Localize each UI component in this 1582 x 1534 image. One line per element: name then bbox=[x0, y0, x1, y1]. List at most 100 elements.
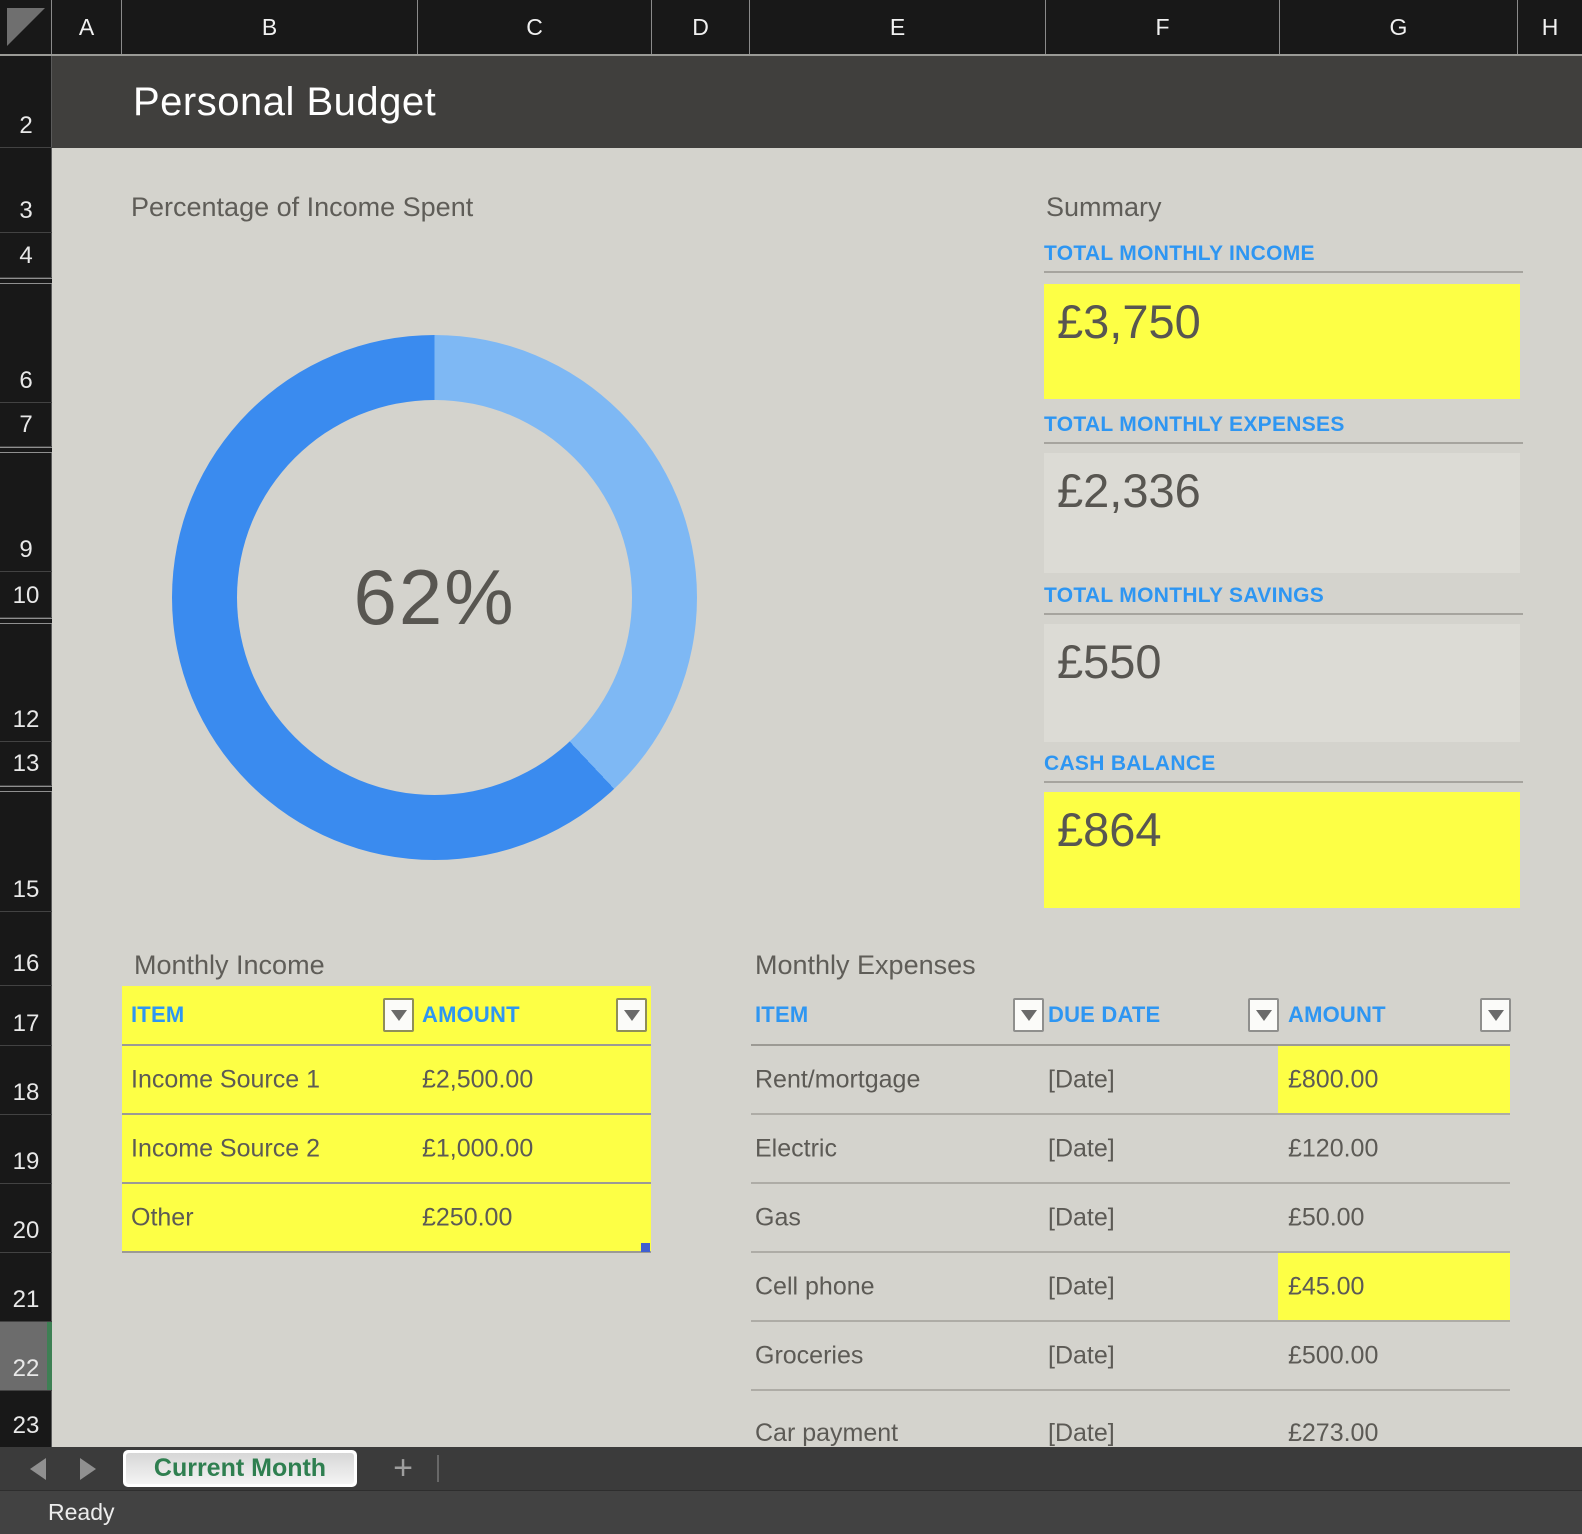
column-header-f[interactable]: F bbox=[1046, 0, 1280, 54]
column-header-h[interactable]: H bbox=[1518, 0, 1582, 54]
expense-item-cell[interactable]: Rent/mortgage bbox=[755, 1065, 920, 1094]
column-header-c[interactable]: C bbox=[418, 0, 652, 54]
expense-amount-cell[interactable]: £500.00 bbox=[1288, 1341, 1378, 1370]
expense-row-electric[interactable]: Electric [Date] £120.00 bbox=[751, 1115, 1510, 1184]
summary-label-expenses: TOTAL MONTHLY EXPENSES bbox=[1044, 413, 1523, 444]
expense-amount-cell[interactable]: £120.00 bbox=[1288, 1134, 1378, 1163]
row-header-6[interactable]: 6 bbox=[0, 284, 52, 403]
income-row-2[interactable]: Income Source 2 £1,000.00 bbox=[122, 1115, 651, 1184]
expenses-table-header: ITEM DUE DATE AMOUNT bbox=[751, 986, 1510, 1046]
expense-item-cell[interactable]: Gas bbox=[755, 1203, 801, 1232]
income-col-item: ITEM bbox=[131, 1002, 184, 1028]
expense-row-gas[interactable]: Gas [Date] £50.00 bbox=[751, 1184, 1510, 1253]
column-header-a[interactable]: A bbox=[52, 0, 122, 54]
row-header-3[interactable]: 3 bbox=[0, 148, 52, 233]
expense-amount-cell[interactable]: £800.00 bbox=[1288, 1065, 1378, 1094]
row-header-16[interactable]: 16 bbox=[0, 912, 52, 986]
income-item-cell[interactable]: Income Source 2 bbox=[131, 1134, 320, 1163]
row-header-column: 2 3 4 6 7 9 10 12 13 15 16 17 18 19 20 2… bbox=[0, 56, 52, 1447]
status-bar: Ready bbox=[0, 1490, 1582, 1534]
summary-value-cash-balance[interactable]: £864 bbox=[1044, 792, 1520, 908]
expenses-col-amount: AMOUNT bbox=[1288, 1002, 1386, 1028]
donut-hole: 62% bbox=[237, 400, 632, 795]
row-header-4[interactable]: 4 bbox=[0, 233, 52, 278]
expenses-table-heading: Monthly Expenses bbox=[755, 950, 976, 981]
expense-row-groceries[interactable]: Groceries [Date] £500.00 bbox=[751, 1322, 1510, 1391]
select-all-corner[interactable] bbox=[0, 0, 52, 54]
column-header-row: A B C D E F G H bbox=[0, 0, 1582, 56]
next-sheet-arrow-icon[interactable] bbox=[80, 1458, 96, 1480]
income-item-filter-button[interactable] bbox=[383, 998, 414, 1032]
summary-label-cash-balance: CASH BALANCE bbox=[1044, 752, 1523, 783]
expense-due-cell[interactable]: [Date] bbox=[1048, 1419, 1115, 1448]
filter-dropdown-icon bbox=[624, 1010, 640, 1021]
status-text: Ready bbox=[48, 1499, 114, 1526]
donut-center-label: 62% bbox=[353, 552, 515, 643]
row-header-2[interactable]: 2 bbox=[0, 56, 52, 148]
expense-due-cell[interactable]: [Date] bbox=[1048, 1203, 1115, 1232]
expense-amount-cell[interactable]: £273.00 bbox=[1288, 1419, 1378, 1448]
column-header-d[interactable]: D bbox=[652, 0, 750, 54]
expense-due-cell[interactable]: [Date] bbox=[1048, 1341, 1115, 1370]
filter-dropdown-icon bbox=[1021, 1010, 1037, 1021]
expenses-item-filter-button[interactable] bbox=[1013, 998, 1044, 1032]
filter-dropdown-icon bbox=[1256, 1010, 1272, 1021]
expense-due-cell[interactable]: [Date] bbox=[1048, 1134, 1115, 1163]
row-header-20[interactable]: 20 bbox=[0, 1184, 52, 1253]
expense-item-cell[interactable]: Cell phone bbox=[755, 1272, 875, 1301]
row-header-13[interactable]: 13 bbox=[0, 742, 52, 786]
add-sheet-button[interactable]: + bbox=[383, 1447, 423, 1490]
summary-heading: Summary bbox=[1046, 192, 1162, 223]
row-header-12[interactable]: 12 bbox=[0, 624, 52, 742]
expense-amount-cell[interactable]: £50.00 bbox=[1288, 1203, 1364, 1232]
row-header-15[interactable]: 15 bbox=[0, 792, 52, 912]
row-header-18[interactable]: 18 bbox=[0, 1046, 52, 1115]
expense-row-cell-phone[interactable]: Cell phone [Date] £45.00 bbox=[751, 1253, 1510, 1322]
page-title: Personal Budget bbox=[133, 80, 436, 125]
column-header-g[interactable]: G bbox=[1280, 0, 1518, 54]
income-item-cell[interactable]: Other bbox=[131, 1203, 194, 1232]
income-amount-cell[interactable]: £250.00 bbox=[422, 1203, 512, 1232]
expenses-amount-filter-button[interactable] bbox=[1480, 998, 1511, 1032]
table-resize-handle[interactable] bbox=[641, 1243, 650, 1252]
expense-due-cell[interactable]: [Date] bbox=[1048, 1272, 1115, 1301]
income-amount-cell[interactable]: £2,500.00 bbox=[422, 1065, 533, 1094]
tab-current-month-label: Current Month bbox=[126, 1453, 354, 1484]
expenses-due-date-filter-button[interactable] bbox=[1248, 998, 1279, 1032]
expense-row-rent[interactable]: Rent/mortgage [Date] £800.00 bbox=[751, 1046, 1510, 1115]
tab-bar-divider bbox=[437, 1455, 439, 1482]
column-header-b[interactable]: B bbox=[122, 0, 418, 54]
tab-current-month[interactable]: Current Month bbox=[123, 1450, 357, 1487]
expense-item-cell[interactable]: Car payment bbox=[755, 1419, 898, 1448]
title-cell[interactable]: Personal Budget bbox=[52, 56, 1582, 148]
row-header-7[interactable]: 7 bbox=[0, 403, 52, 447]
row-header-17[interactable]: 17 bbox=[0, 986, 52, 1046]
expense-due-cell[interactable]: [Date] bbox=[1048, 1065, 1115, 1094]
filter-dropdown-icon bbox=[391, 1010, 407, 1021]
column-header-e[interactable]: E bbox=[750, 0, 1046, 54]
summary-value-income[interactable]: £3,750 bbox=[1044, 284, 1520, 399]
income-row-1[interactable]: Income Source 1 £2,500.00 bbox=[122, 1046, 651, 1115]
income-item-cell[interactable]: Income Source 1 bbox=[131, 1065, 320, 1094]
summary-value-savings[interactable]: £550 bbox=[1044, 624, 1520, 742]
row-header-22-selected[interactable]: 22 bbox=[0, 1322, 52, 1391]
expenses-col-due-date: DUE DATE bbox=[1048, 1002, 1160, 1028]
row-header-19[interactable]: 19 bbox=[0, 1115, 52, 1184]
summary-label-savings: TOTAL MONTHLY SAVINGS bbox=[1044, 584, 1523, 615]
income-spent-donut[interactable]: 62% bbox=[172, 335, 697, 860]
expense-amount-cell[interactable]: £45.00 bbox=[1288, 1272, 1364, 1301]
income-row-3[interactable]: Other £250.00 bbox=[122, 1184, 651, 1253]
expense-item-cell[interactable]: Groceries bbox=[755, 1341, 863, 1370]
income-amount-cell[interactable]: £1,000.00 bbox=[422, 1134, 533, 1163]
income-amount-filter-button[interactable] bbox=[616, 998, 647, 1032]
row-header-9[interactable]: 9 bbox=[0, 453, 52, 572]
row-header-10[interactable]: 10 bbox=[0, 572, 52, 618]
row-header-23[interactable]: 23 bbox=[0, 1391, 52, 1447]
income-col-amount: AMOUNT bbox=[422, 1002, 520, 1028]
expense-row-car-payment[interactable]: Car payment [Date] £273.00 bbox=[751, 1391, 1510, 1447]
spreadsheet-window: A B C D E F G H 2 3 4 6 7 9 10 12 13 15 … bbox=[0, 0, 1582, 1534]
row-header-21[interactable]: 21 bbox=[0, 1253, 52, 1322]
prev-sheet-arrow-icon[interactable] bbox=[30, 1458, 46, 1480]
expense-item-cell[interactable]: Electric bbox=[755, 1134, 837, 1163]
summary-value-expenses[interactable]: £2,336 bbox=[1044, 453, 1520, 573]
